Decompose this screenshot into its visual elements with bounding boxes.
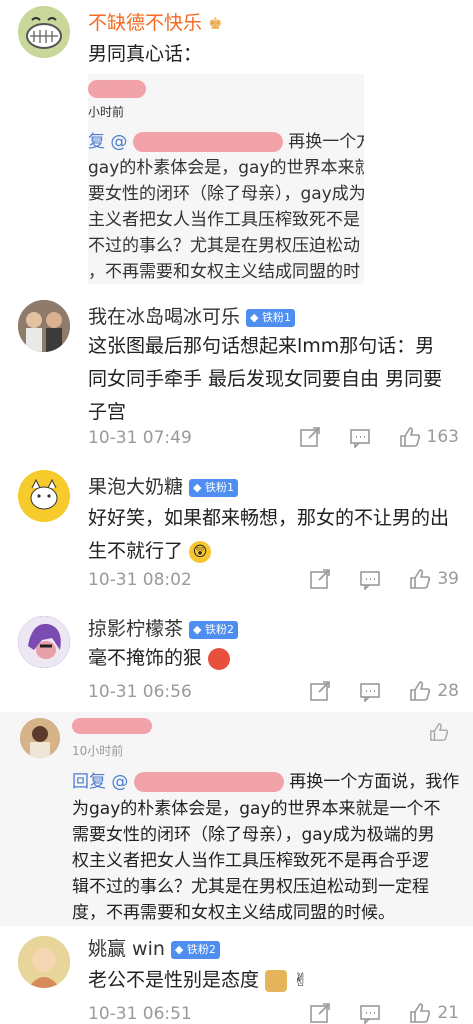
fan-badge: ◆ 铁粉1 [189, 478, 238, 497]
avatar[interactable] [18, 6, 70, 58]
comment-actions: 21 [281, 1002, 459, 1024]
embedded-line: 要女性的闭环（除了母亲），gay成为 [88, 184, 364, 204]
comment-icon[interactable] [349, 426, 371, 448]
embedded-time: 10小时前 [72, 744, 124, 758]
shocked-emoji-icon: 😲 [189, 540, 212, 563]
comment-author[interactable]: 我在冰岛喝冰可乐 ◆ 铁粉1 [88, 302, 295, 329]
embedded-reply-line: 复 @ 再换一个方面 [88, 132, 364, 152]
doge-emoji-icon [265, 969, 288, 992]
avatar[interactable] [18, 300, 70, 352]
embedded-screenshot[interactable]: 小时前 复 @ 再换一个方面 gay的朴素体会是，gay的世界本来就 要女性的闭… [88, 74, 364, 284]
comment-actions: 39 [281, 568, 459, 590]
redacted-mention [132, 132, 283, 152]
victory-hand-icon: ✌ [293, 970, 309, 991]
share-icon[interactable] [309, 568, 331, 590]
share-icon[interactable] [309, 680, 331, 702]
embedded-time: 小时前 [88, 105, 125, 119]
like-count: 39 [437, 569, 459, 589]
share-icon[interactable] [309, 1002, 331, 1024]
comment-actions: 163 [271, 426, 459, 448]
smiley-avatar-icon [18, 6, 70, 58]
comment-3: 果泡大奶糖 ◆ 铁粉1 好好笑，如果都来畅想，那女的不让男的出 生不就行了 😲 1… [0, 462, 473, 598]
comment-1: 不缺德不快乐 ♚ 男同真心话： 小时前 复 @ 再换一个方面 gay的朴素体会是… [0, 0, 473, 290]
cat-avatar-icon [18, 470, 70, 522]
angry-emoji-icon [208, 647, 231, 670]
comment-author[interactable]: 果泡大奶糖 ◆ 铁粉1 [88, 472, 238, 499]
comment-text: 男同真心话： [88, 43, 203, 65]
embedded-reply-line: 回复 @ 再换一个方面说，我作 [72, 772, 460, 792]
redacted-name [72, 718, 152, 734]
embedded-line: ，不再需要和女权主义结成同盟的时 [88, 262, 360, 282]
fan-badge: ◆ 铁粉2 [189, 620, 238, 639]
avatar [20, 718, 60, 758]
like-icon [430, 723, 449, 741]
comment-author[interactable]: 姚赢 win ◆ 铁粉2 [88, 934, 220, 961]
avatar[interactable] [18, 936, 70, 988]
comment-time: 10-31 08:02 [88, 570, 192, 590]
embedded-line: 主义者把女人当作工具压榨致死不是 [88, 210, 360, 230]
like-count: 163 [426, 427, 459, 447]
like-count: 28 [437, 681, 459, 701]
share-icon[interactable] [299, 426, 321, 448]
comment-icon[interactable] [359, 568, 381, 590]
fan-badge: ◆ 铁粉1 [246, 308, 295, 327]
redacted-name [88, 80, 146, 98]
embedded-line: 不过的事么？尤其是在男权压迫松动 [88, 236, 360, 256]
embedded-text: 为gay的朴素体会是，gay的世界本来就是一个不 需要女性的闭环（除了母亲），g… [72, 799, 441, 923]
comment-text: 好好笑，如果都来畅想，那女的不让男的出 生不就行了 😲 [88, 507, 450, 563]
avatar[interactable] [18, 470, 70, 522]
like-icon[interactable] [399, 426, 421, 448]
comment-text: 老公不是性别是态度 ✌ [88, 969, 309, 992]
comment-time: 10-31 06:56 [88, 682, 192, 702]
comment-actions: 28 [281, 680, 459, 702]
photo-avatar-icon [18, 300, 70, 352]
photo-avatar-icon [20, 718, 60, 758]
fan-badge: ◆ 铁粉2 [170, 940, 220, 959]
comment-author[interactable]: 掠影柠檬茶 ◆ 铁粉2 [88, 614, 238, 641]
like-icon[interactable] [409, 568, 431, 590]
comment-time: 10-31 07:49 [88, 428, 192, 448]
comment-icon[interactable] [359, 680, 381, 702]
like-icon[interactable] [409, 1002, 431, 1024]
comment-text: 这张图最后那句话想起来lmm那句话：男 同女同手牵手 最后发现女同要自由 男同要… [88, 335, 443, 423]
comment-4: 掠影柠檬茶 ◆ 铁粉2 毫不掩饰的狠 10-31 06:56 28 [0, 600, 473, 708]
crown-icon: ♚ [208, 14, 223, 33]
like-count: 21 [437, 1003, 459, 1023]
embedded-line: gay的朴素体会是，gay的世界本来就 [88, 158, 364, 178]
avatar[interactable] [18, 616, 70, 668]
cartoon-avatar-icon [18, 936, 70, 988]
like-icon[interactable] [409, 680, 431, 702]
character-avatar-icon [18, 616, 70, 668]
embedded-screenshot-2[interactable]: 10小时前 回复 @ 再换一个方面说，我作 为gay的朴素体会是，gay的世界本… [0, 712, 473, 926]
comment-icon[interactable] [359, 1002, 381, 1024]
comment-author[interactable]: 不缺德不快乐 ♚ [88, 8, 222, 35]
comment-text: 毫不掩饰的狠 [88, 642, 455, 675]
comment-5: 姚赢 win ◆ 铁粉2 老公不是性别是态度 ✌ 10-31 06:51 21 [0, 926, 473, 1024]
redacted-mention [133, 772, 284, 792]
comment-time: 10-31 06:51 [88, 1004, 192, 1024]
comment-2: 我在冰岛喝冰可乐 ◆ 铁粉1 这张图最后那句话想起来lmm那句话：男 同女同手牵手… [0, 292, 473, 460]
